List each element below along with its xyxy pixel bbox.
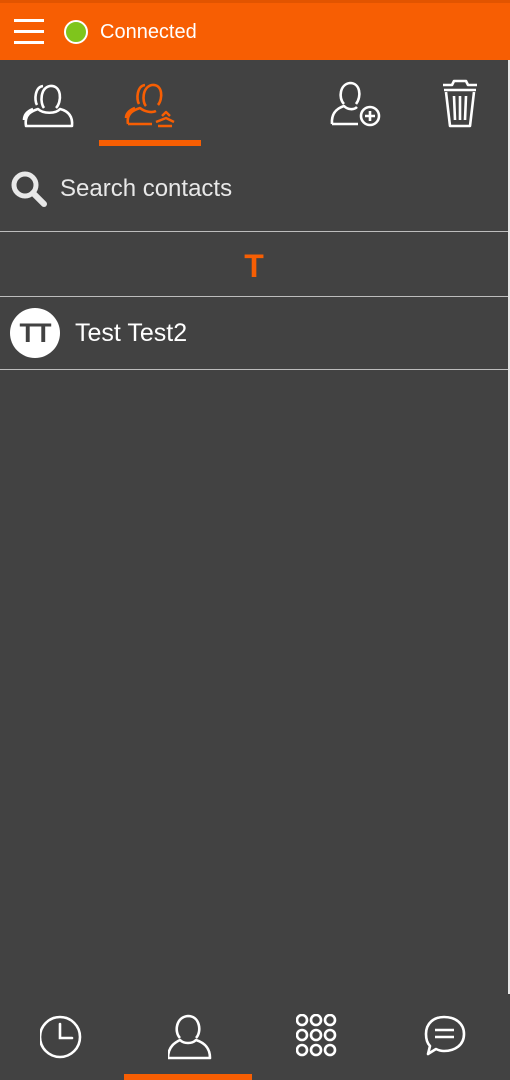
contacts-tab-bar xyxy=(0,60,508,152)
tab-favorite-contacts[interactable] xyxy=(122,78,178,130)
status-indicator-icon xyxy=(64,20,88,44)
nav-dialpad[interactable] xyxy=(256,994,384,1080)
avatar: TT xyxy=(10,308,60,358)
nav-history[interactable] xyxy=(0,994,128,1080)
add-contact-button[interactable] xyxy=(328,78,384,130)
nav-contacts[interactable] xyxy=(128,994,256,1080)
active-nav-indicator xyxy=(124,1074,252,1080)
search-icon xyxy=(10,170,48,208)
menu-icon[interactable] xyxy=(14,17,46,47)
connection-status: Connected xyxy=(100,21,197,43)
section-header: T xyxy=(0,232,508,297)
dialpad-icon xyxy=(296,1014,337,1057)
top-bar: Connected xyxy=(0,0,510,60)
tab-all-contacts[interactable] xyxy=(20,78,76,130)
search-bar xyxy=(0,152,508,232)
search-input[interactable] xyxy=(60,172,490,206)
add-contact-icon xyxy=(330,81,381,127)
bottom-nav xyxy=(0,994,510,1080)
contact-icon xyxy=(168,1014,212,1060)
section-letter: T xyxy=(244,248,264,284)
active-tab-indicator xyxy=(99,140,201,146)
favorite-contacts-icon xyxy=(124,83,175,128)
contact-list-item[interactable]: TT Test Test2 xyxy=(0,297,508,370)
trash-icon xyxy=(443,79,477,128)
delete-contacts-button[interactable] xyxy=(432,78,488,130)
clock-icon xyxy=(40,1015,82,1059)
contacts-icon xyxy=(22,84,74,128)
chat-icon xyxy=(424,1015,466,1056)
nav-chat[interactable] xyxy=(382,994,510,1080)
contact-name: Test Test2 xyxy=(75,319,188,347)
